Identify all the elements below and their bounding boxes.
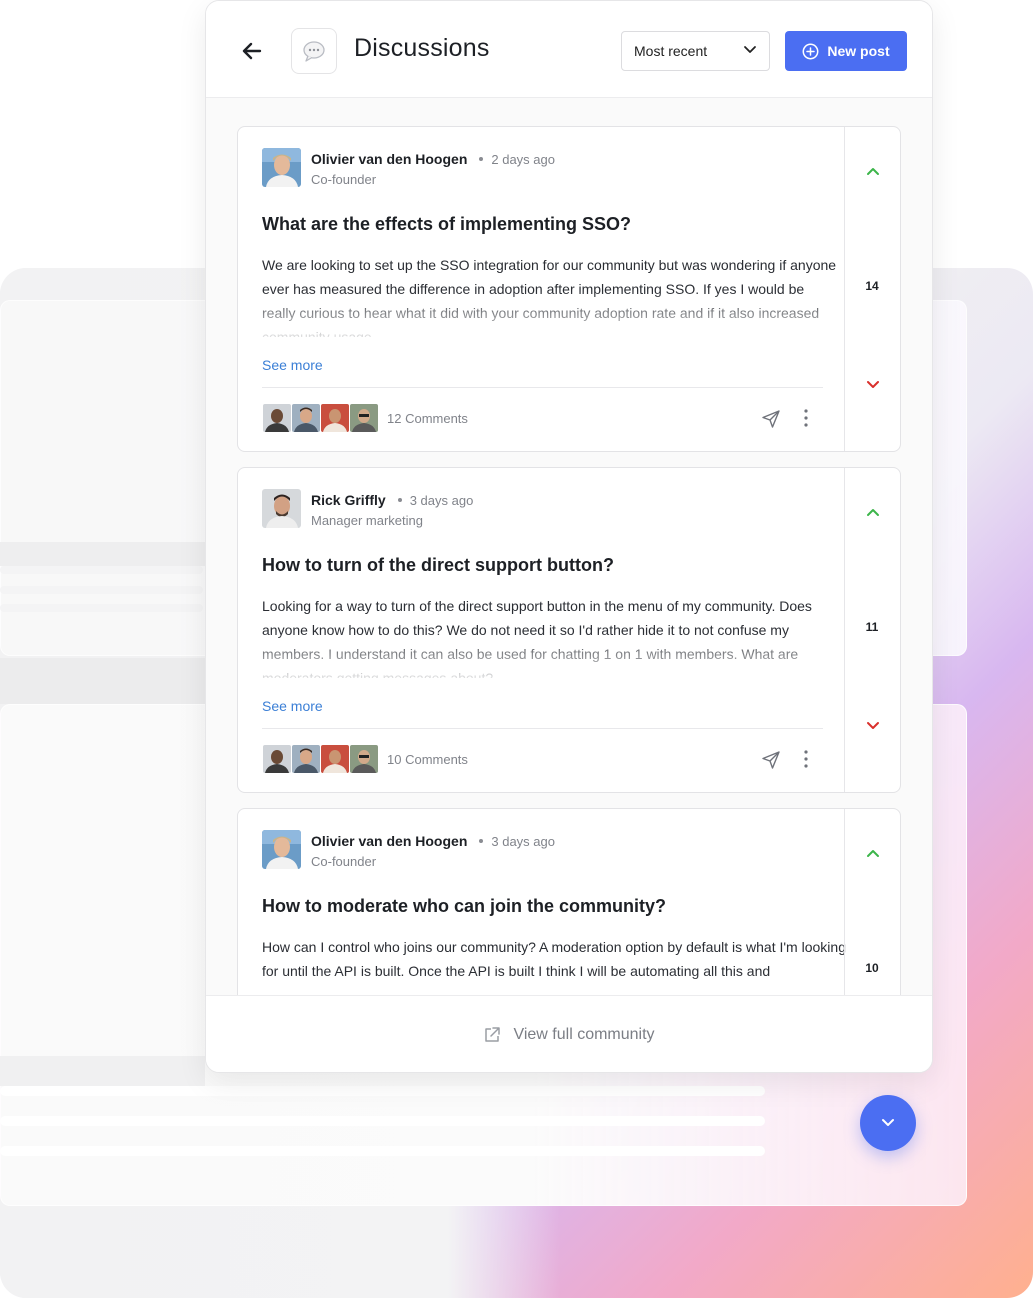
post-title[interactable]: How to moderate who can join the communi… [262, 896, 666, 917]
author-name-text: Rick Griffly [311, 492, 386, 508]
see-more-link[interactable]: See more [262, 698, 323, 714]
post-feed: Olivier van den Hoogen 2 days ago Co-foun… [206, 98, 932, 995]
view-full-community-label: View full community [513, 1026, 655, 1043]
avatar-image [262, 830, 301, 869]
new-post-button[interactable]: New post [785, 31, 907, 71]
more-vertical-icon[interactable] [798, 748, 814, 770]
plus-circle-icon [802, 43, 819, 59]
vote-column: 10 [844, 809, 900, 995]
avatar-image [262, 489, 301, 528]
post-body: Looking for a way to turn of the direct … [262, 598, 812, 678]
background-strip [0, 542, 205, 566]
chevron-down-icon [882, 1119, 894, 1126]
sort-select[interactable]: Most recent [621, 31, 770, 71]
send-icon[interactable] [760, 408, 782, 430]
post-card: Rick Griffly 3 days ago Manager marketing… [237, 467, 901, 793]
chat-bubble-icon [303, 41, 325, 62]
vote-column: 14 [844, 127, 900, 451]
background-line [0, 1116, 765, 1126]
chevron-down-icon[interactable] [865, 720, 881, 732]
background-line [0, 586, 203, 594]
post-content: Olivier van den Hoogen 3 days ago Co-foun… [238, 809, 846, 995]
post-title[interactable]: What are the effects of implementing SSO… [262, 214, 631, 235]
chevron-down-icon[interactable] [865, 379, 881, 391]
post-time: 2 days ago [491, 152, 555, 167]
back-button[interactable] [238, 37, 266, 65]
vote-column: 11 [844, 468, 900, 792]
commenter-avatar [292, 404, 320, 432]
arrow-left-icon [242, 42, 262, 60]
discussions-widget: Discussions Most recent New post Olivier… [205, 0, 933, 1073]
new-post-label: New post [827, 43, 890, 59]
commenter-avatar [350, 745, 378, 773]
chat-badge [291, 28, 337, 74]
vote-count: 11 [865, 620, 879, 634]
view-full-community-link[interactable]: View full community [206, 995, 932, 1072]
comments-count[interactable]: 12 Comments [387, 411, 468, 426]
background-line [0, 604, 203, 612]
page-title: Discussions [354, 34, 490, 62]
divider [262, 387, 823, 388]
chevron-up-icon[interactable] [865, 165, 881, 177]
more-vertical-icon[interactable] [798, 407, 814, 429]
author-avatar[interactable] [262, 830, 301, 869]
background-line [0, 1086, 765, 1096]
author-name-text: Olivier van den Hoogen [311, 833, 468, 849]
author-role: Manager marketing [311, 513, 423, 528]
commenter-avatar [321, 404, 349, 432]
commenter-avatar [263, 745, 291, 773]
post-body: We are looking to set up the SSO integra… [262, 257, 837, 337]
background-band [0, 1056, 205, 1086]
background-band [0, 658, 205, 704]
post-content: Rick Griffly 3 days ago Manager marketing… [238, 468, 846, 792]
post-card: Olivier van den Hoogen 2 days ago Co-foun… [237, 126, 901, 452]
commenter-avatars [263, 404, 379, 432]
author-name[interactable]: Olivier van den Hoogen 3 days ago [311, 833, 555, 849]
post-card: Olivier van den Hoogen 3 days ago Co-foun… [237, 808, 901, 995]
post-content: Olivier van den Hoogen 2 days ago Co-foun… [238, 127, 846, 451]
author-name[interactable]: Olivier van den Hoogen 2 days ago [311, 151, 555, 167]
external-link-icon [485, 1027, 501, 1042]
post-time: 3 days ago [491, 834, 555, 849]
chevron-up-icon[interactable] [865, 847, 881, 859]
commenter-avatar [321, 745, 349, 773]
commenter-avatar [263, 404, 291, 432]
post-time: 3 days ago [409, 493, 474, 508]
author-name[interactable]: Rick Griffly 3 days ago [311, 492, 473, 508]
background-line [0, 1146, 765, 1156]
divider [262, 728, 823, 729]
vote-count: 10 [865, 961, 879, 975]
commenter-avatars [263, 745, 379, 773]
background-line [0, 566, 203, 574]
post-body: How can I control who joins our communit… [262, 939, 846, 979]
author-role: Co-founder [311, 172, 377, 187]
post-title[interactable]: How to turn of the direct support button… [262, 555, 614, 576]
sort-value: Most recent [634, 43, 708, 59]
see-more-link[interactable]: See more [262, 357, 323, 373]
author-role: Co-founder [311, 854, 377, 869]
author-avatar[interactable] [262, 148, 301, 187]
comments-count[interactable]: 10 Comments [387, 752, 468, 767]
header: Discussions Most recent New post [206, 1, 932, 98]
chevron-down-icon [744, 46, 756, 53]
avatar-image [262, 148, 301, 187]
chevron-up-icon[interactable] [865, 506, 881, 518]
commenter-avatar [350, 404, 378, 432]
vote-count: 14 [865, 279, 879, 293]
author-name-text: Olivier van den Hoogen [311, 151, 468, 167]
author-avatar[interactable] [262, 489, 301, 528]
scroll-down-button[interactable] [860, 1095, 916, 1151]
commenter-avatar [292, 745, 320, 773]
send-icon[interactable] [760, 749, 782, 771]
